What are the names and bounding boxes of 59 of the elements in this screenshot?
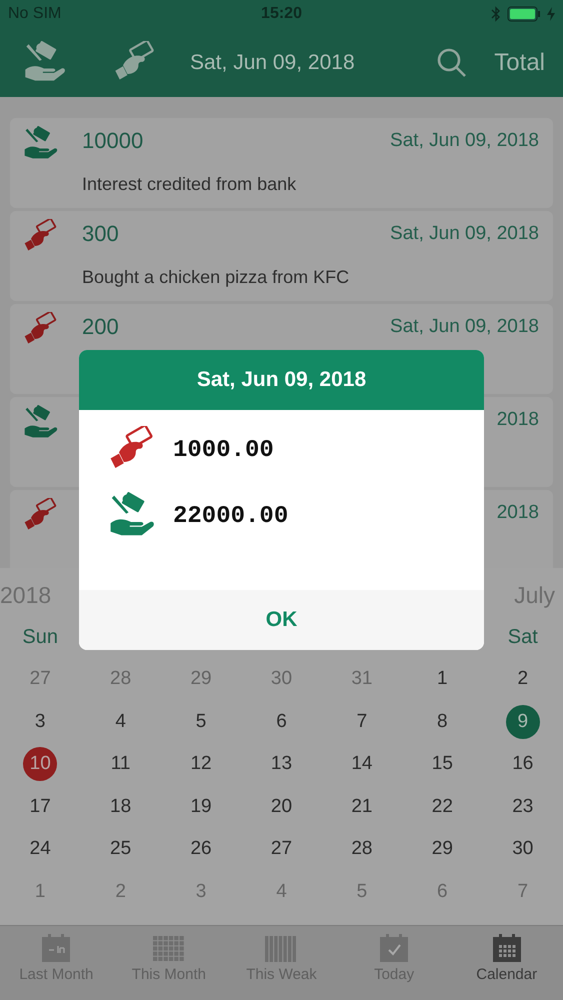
nav-title: Sat, Jun 09, 2018 xyxy=(190,50,355,74)
day-number[interactable]: 22 xyxy=(425,790,460,824)
day-number[interactable]: 14 xyxy=(344,747,379,782)
day-marker[interactable]: 10 xyxy=(23,747,58,782)
weekday-label: Sat xyxy=(508,626,538,648)
day-number[interactable]: 28 xyxy=(344,832,379,866)
tab-button[interactable]: Calendar xyxy=(450,926,563,1000)
transaction-card[interactable]: 300 Sat, Jun 09, 2018 Bought a chicken pizza from KFC xyxy=(10,211,553,301)
day-number[interactable]: 4 xyxy=(104,704,138,739)
day-number[interactable]: 5 xyxy=(184,704,218,739)
day-number[interactable]: 20 xyxy=(264,790,298,824)
transaction-card[interactable]: 10000 Sat, Jun 09, 2018 Interest credited from bank xyxy=(10,118,553,208)
search-icon xyxy=(436,46,468,78)
day-number[interactable]: 7 xyxy=(344,704,379,739)
calendar-icon xyxy=(40,932,72,964)
note-text: Bought a chicken pizza from KFC xyxy=(82,267,350,288)
total-button[interactable]: Total xyxy=(494,48,545,76)
date-text: Sat, Jun 09, 2018 xyxy=(390,130,539,152)
date-text: Sat, Jun 09, 2018 xyxy=(390,223,539,245)
day-number[interactable]: 29 xyxy=(425,832,460,866)
day-number[interactable]: 8 xyxy=(425,704,460,739)
dialog-title: Sat, Jun 09, 2018 xyxy=(79,350,484,410)
calendar-icon xyxy=(378,932,410,964)
ok-button[interactable]: OK xyxy=(79,590,484,650)
day-number[interactable]: 11 xyxy=(104,747,138,782)
calendar-icon xyxy=(490,932,523,964)
date-text: Sat, Jun 09, 2018 xyxy=(390,316,539,338)
day-number[interactable]: 15 xyxy=(425,747,460,782)
day-marker[interactable]: 9 xyxy=(506,704,540,739)
amount-text: 300 xyxy=(82,221,119,247)
day-number[interactable]: 27 xyxy=(264,832,298,866)
day-number[interactable]: 24 xyxy=(23,832,58,866)
battery-icon xyxy=(507,6,541,22)
date-text: 2018 xyxy=(496,409,539,431)
day-number[interactable]: 18 xyxy=(104,790,138,824)
date-text: 2018 xyxy=(496,502,539,524)
day-number[interactable]: 19 xyxy=(184,790,218,824)
day-number[interactable]: 2 xyxy=(506,662,540,696)
day-number[interactable]: 17 xyxy=(23,790,58,824)
weekday-label: Sun xyxy=(22,626,58,648)
total-amount: 1000.00 xyxy=(173,436,274,464)
day-number[interactable]: 21 xyxy=(344,790,379,824)
day-number[interactable]: 25 xyxy=(104,832,138,866)
day-number[interactable]: 13 xyxy=(264,747,298,782)
day-number[interactable]: 12 xyxy=(184,747,218,782)
bluetooth-icon xyxy=(491,6,501,22)
day-number[interactable]: 26 xyxy=(184,832,218,866)
amount-text: 200 xyxy=(82,314,119,340)
note-text: Interest credited from bank xyxy=(82,174,298,195)
day-number[interactable]: 3 xyxy=(23,704,58,739)
day-number[interactable]: 30 xyxy=(506,832,540,866)
search-button[interactable] xyxy=(436,46,468,78)
amount-text: 10000 xyxy=(82,128,144,154)
day-number[interactable]: 6 xyxy=(264,704,298,739)
day-number[interactable]: 16 xyxy=(506,747,540,782)
charging-bolt-icon xyxy=(547,7,555,21)
day-number[interactable]: 1 xyxy=(425,662,460,696)
total-amount: 22000.00 xyxy=(173,502,288,530)
day-number[interactable]: 23 xyxy=(506,790,540,824)
